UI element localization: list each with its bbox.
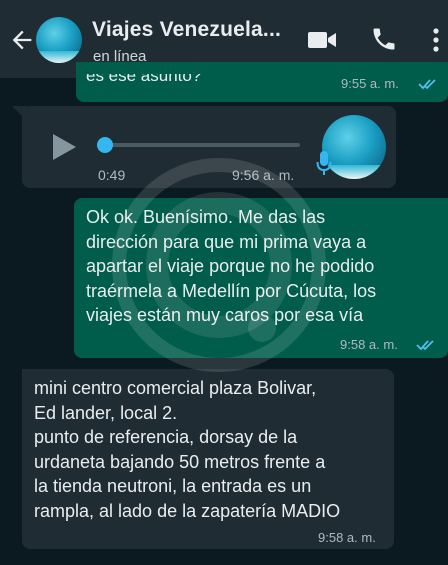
message-time: 9:58 a. m. (318, 530, 376, 545)
contact-name[interactable]: Viajes Venezuela... (92, 18, 281, 42)
contact-avatar[interactable] (36, 17, 82, 63)
message-time: 9:58 a. m. (340, 337, 398, 352)
message-line: la tienda neutroni, la entrada es un (34, 476, 312, 496)
read-ticks-icon (416, 340, 434, 351)
message-line: dirección para que mi prima vaya a (86, 231, 367, 252)
message-time: 9:55 a. m. (341, 76, 399, 91)
message-line: traérmela a Medellín por Cúcuta, los (86, 280, 377, 301)
message-incoming[interactable]: mini centro comercial plaza Bolivar, Ed … (22, 369, 394, 549)
message-line: punto de referencia, dorsay de la (34, 427, 298, 447)
voice-duration: 0:49 (98, 167, 126, 183)
message-line: Ed lander, local 2. (34, 402, 178, 423)
more-vert-icon[interactable] (428, 26, 444, 54)
play-icon[interactable] (50, 132, 78, 162)
message-line: urdaneta bajando 50 metros frente a (34, 451, 326, 472)
video-call-icon[interactable] (306, 28, 338, 52)
microphone-icon (316, 151, 332, 175)
message-text: es ese asunto? (86, 66, 202, 85)
voice-progress-handle[interactable] (97, 137, 113, 153)
message-line: Ok ok. Buenísimo. Me das las (86, 207, 326, 227)
message-line: mini centro comercial plaza Bolivar, (34, 378, 317, 398)
message-outgoing[interactable]: Ok ok. Buenísimo. Me das las dirección p… (74, 198, 448, 358)
message-time: 9:56 a. m. (232, 167, 295, 183)
read-ticks-icon (418, 79, 436, 90)
message-outgoing[interactable]: es ese asunto? 9:55 a. m. (76, 62, 448, 102)
phone-icon[interactable] (370, 25, 398, 53)
voice-progress-track[interactable] (102, 143, 300, 147)
message-line: apartar el viaje porque no he podido (86, 256, 375, 276)
back-arrow-icon[interactable] (8, 26, 36, 54)
message-line: rampla, al lado de la zapatería MADIO (34, 500, 341, 521)
message-line: viajes están muy caros por esa vía (86, 305, 364, 325)
